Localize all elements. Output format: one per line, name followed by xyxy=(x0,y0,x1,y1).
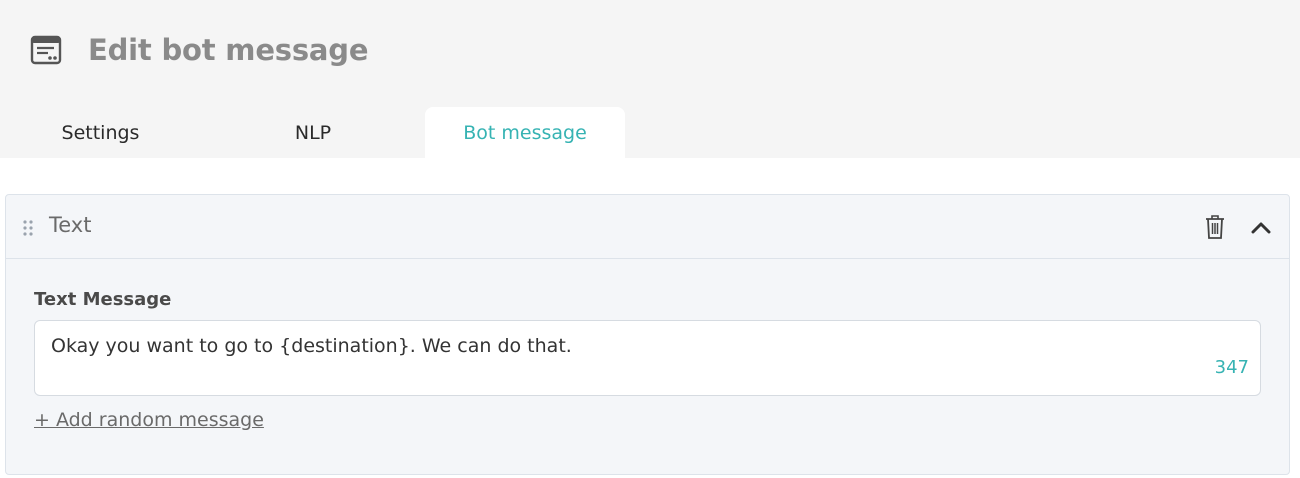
tab-bot-message[interactable]: Bot message xyxy=(425,107,625,158)
text-block-header: Text xyxy=(6,195,1289,259)
tab-nlp[interactable]: NLP xyxy=(201,107,425,158)
block-title: Text xyxy=(49,213,92,237)
tab-bar: Settings NLP Bot message xyxy=(0,107,625,158)
add-random-message-link[interactable]: + Add random message xyxy=(34,409,264,431)
text-message-label: Text Message xyxy=(34,289,172,310)
text-message-value[interactable]: Okay you want to go to {destination}. We… xyxy=(51,335,572,357)
drag-handle-icon[interactable] xyxy=(22,219,34,237)
text-message-field[interactable]: Okay you want to go to {destination}. We… xyxy=(34,320,1261,396)
message-card-icon xyxy=(30,34,62,66)
trash-icon[interactable] xyxy=(1204,214,1226,240)
page-title: Edit bot message xyxy=(88,33,369,67)
page-header: Edit bot message Settings NLP Bot messag… xyxy=(0,0,1300,158)
title-row: Edit bot message xyxy=(30,32,369,68)
tab-settings[interactable]: Settings xyxy=(0,107,201,158)
chevron-up-icon[interactable] xyxy=(1249,217,1273,237)
char-counter: 347 xyxy=(1214,357,1249,378)
text-block-card: Text Text Message Okay you want to go to… xyxy=(5,194,1290,475)
